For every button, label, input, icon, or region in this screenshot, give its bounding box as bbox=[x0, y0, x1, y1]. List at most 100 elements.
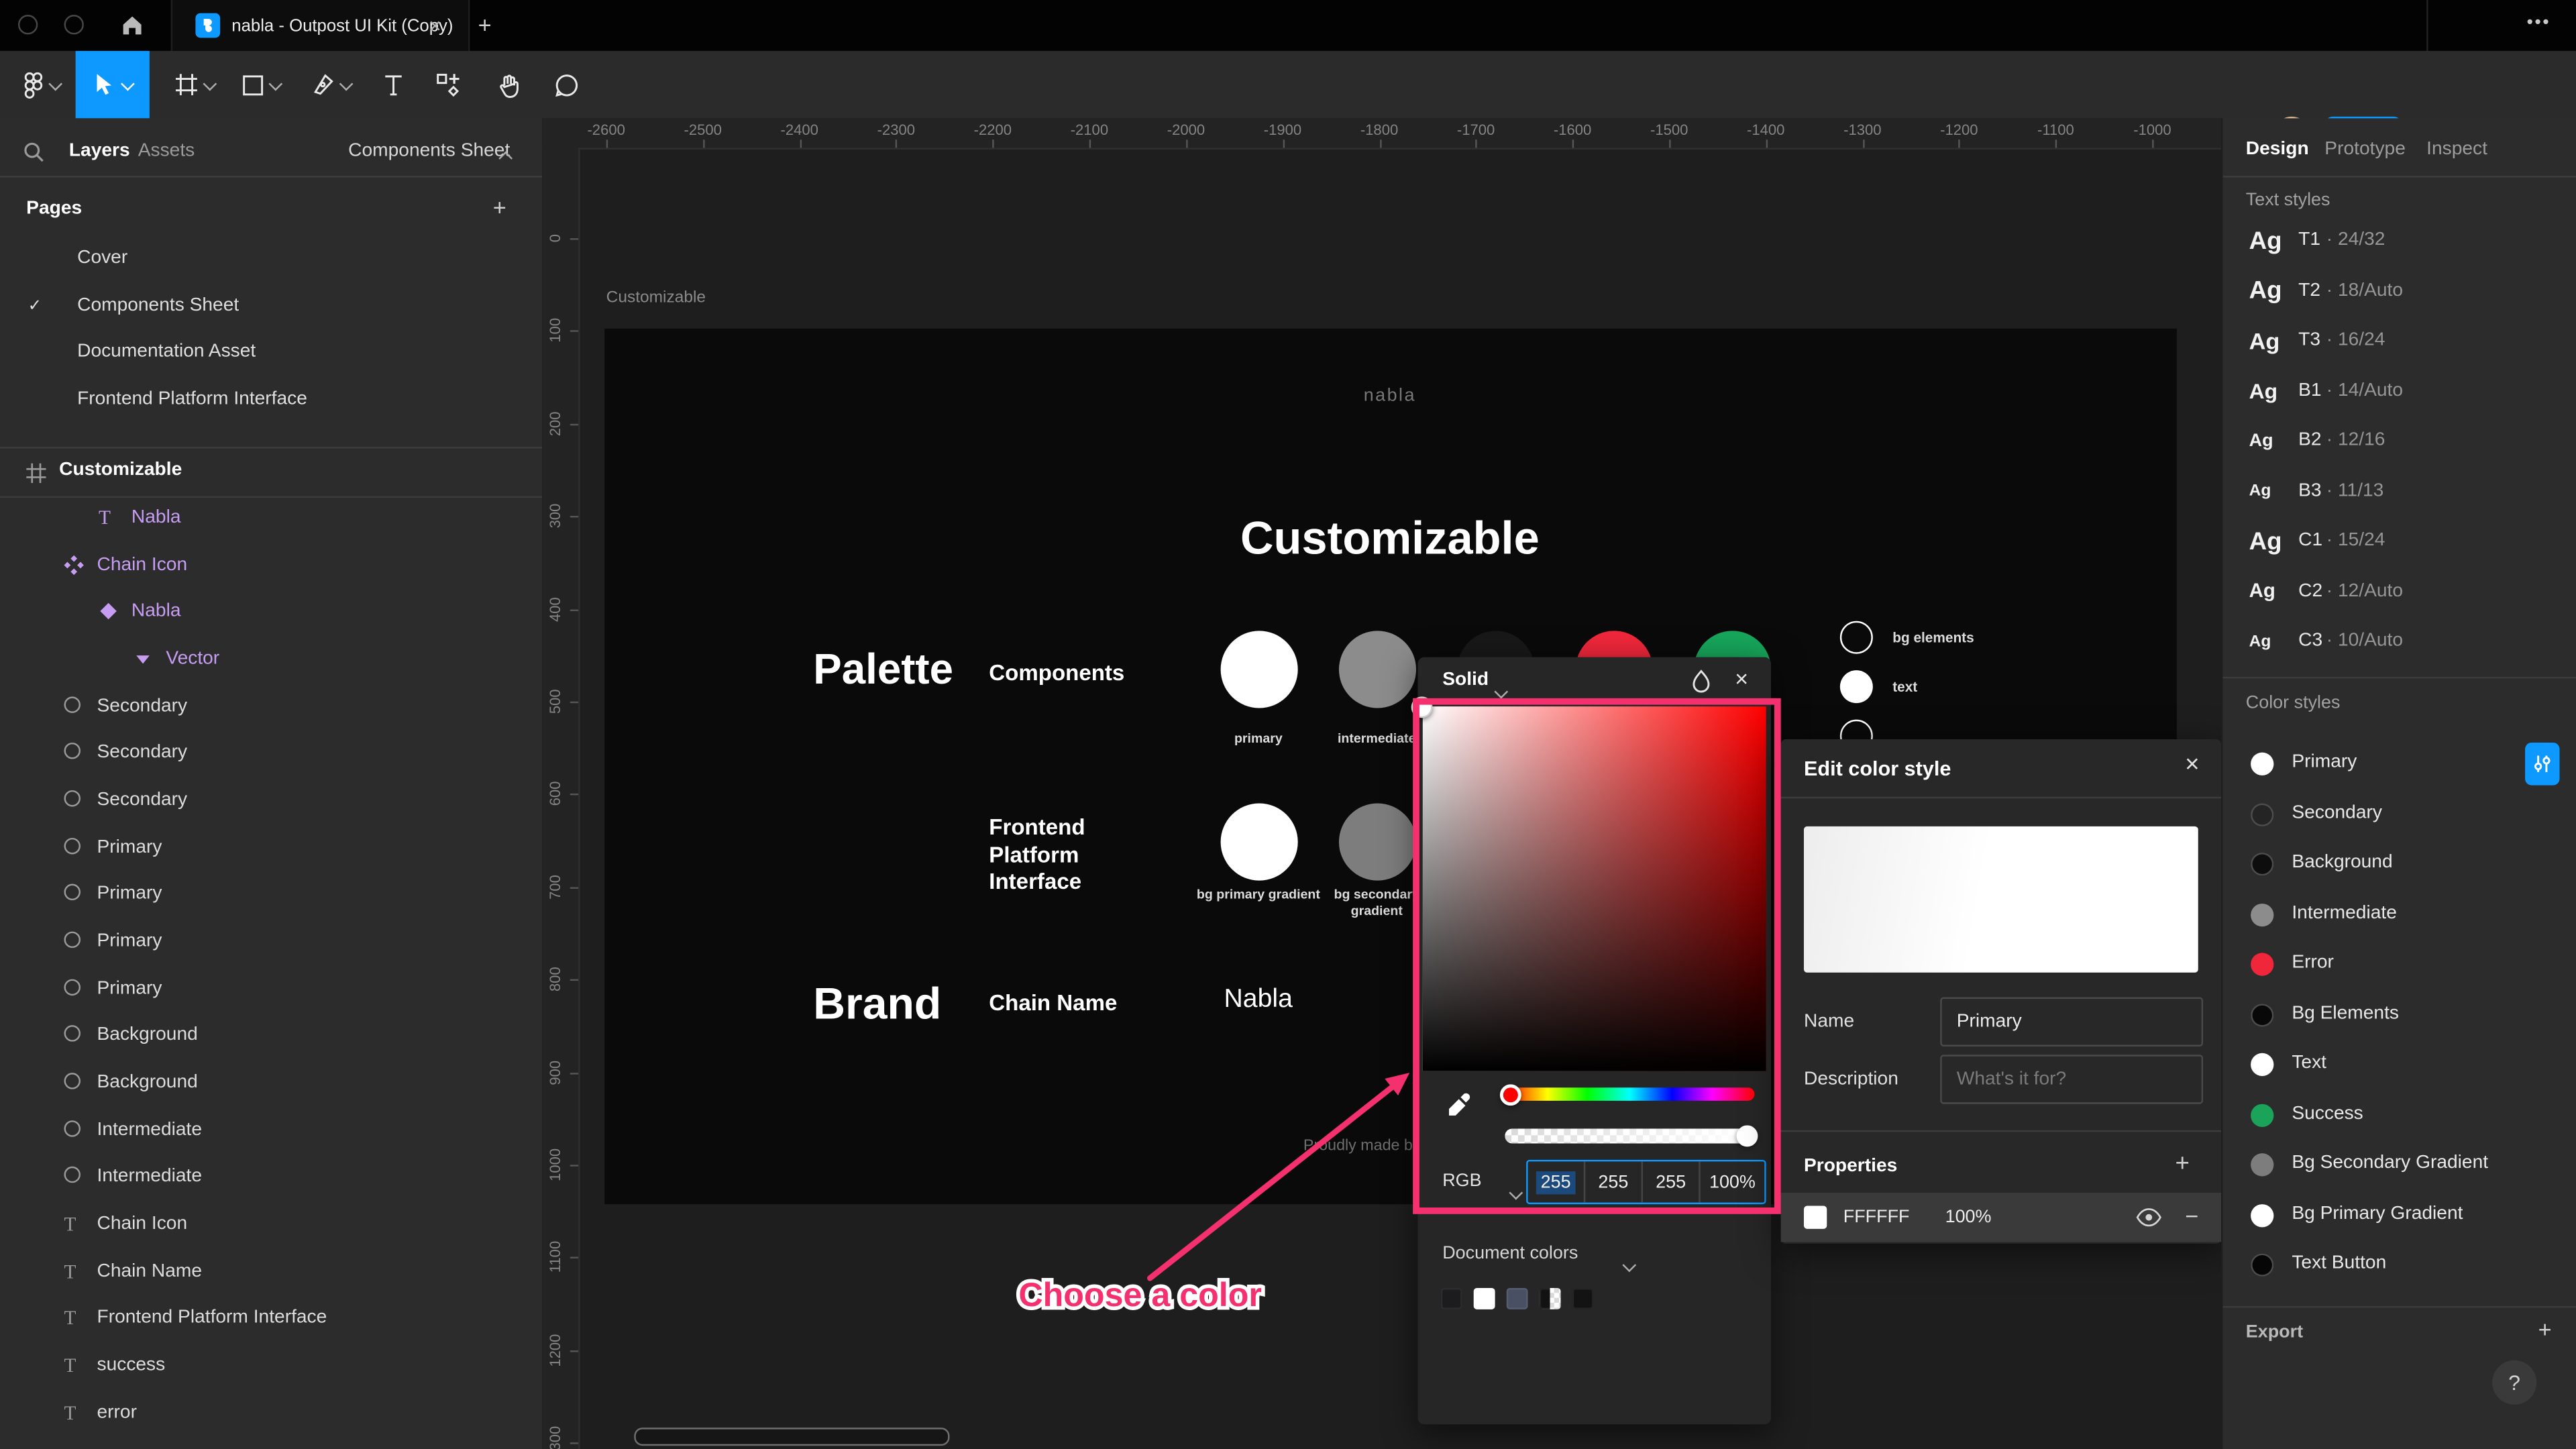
color-style-item[interactable]: Error bbox=[2222, 940, 2576, 987]
resources-tool-button[interactable] bbox=[424, 51, 473, 118]
property-opacity[interactable]: 100% bbox=[1945, 1208, 1992, 1227]
main-menu-button[interactable] bbox=[13, 51, 69, 118]
red-input[interactable]: 255 bbox=[1528, 1161, 1586, 1203]
color-style-item[interactable]: Bg Primary Gradient bbox=[2222, 1190, 2576, 1238]
layer-item[interactable]: T Nabla bbox=[0, 494, 542, 542]
layer-item[interactable]: Primary bbox=[0, 824, 542, 871]
add-export-button[interactable]: + bbox=[2538, 1316, 2552, 1342]
pen-tool-button[interactable] bbox=[301, 51, 360, 118]
layer-item[interactable]: Intermediate bbox=[0, 1154, 542, 1201]
saturation-knob[interactable] bbox=[1411, 696, 1433, 718]
move-tool-button[interactable] bbox=[75, 50, 150, 119]
blend-droplet-icon[interactable] bbox=[1689, 669, 1714, 695]
color-mode-selector[interactable]: RGB bbox=[1442, 1171, 1481, 1191]
layer-item[interactable]: T Chain Icon bbox=[0, 1201, 542, 1248]
color-style-item[interactable]: Bg Secondary Gradient bbox=[2222, 1140, 2576, 1188]
tab-prototype[interactable]: Prototype bbox=[2324, 140, 2406, 159]
text-tool-button[interactable] bbox=[371, 51, 414, 118]
text-style-item[interactable]: Ag B3 · 11/13 bbox=[2222, 468, 2576, 515]
description-input[interactable] bbox=[1940, 1055, 2204, 1104]
tab-assets[interactable]: Assets bbox=[138, 142, 195, 161]
palette-swatch[interactable] bbox=[1338, 630, 1415, 708]
property-hex[interactable]: FFFFFF bbox=[1843, 1208, 1910, 1227]
tab-close-icon[interactable]: × bbox=[429, 13, 441, 38]
layer-item[interactable]: Secondary bbox=[0, 730, 542, 777]
layer-item[interactable]: Nabla bbox=[0, 589, 542, 637]
saturation-area[interactable] bbox=[1422, 706, 1766, 1071]
browser-menu-icon[interactable]: ••• bbox=[2527, 13, 2551, 33]
frame-tool-button[interactable] bbox=[164, 51, 223, 118]
search-icon[interactable] bbox=[23, 142, 44, 163]
comment-tool-button[interactable] bbox=[542, 51, 591, 118]
layer-item[interactable]: Primary bbox=[0, 918, 542, 966]
text-style-item[interactable]: Ag T2 · 18/Auto bbox=[2222, 267, 2576, 315]
color-style-item[interactable]: Success bbox=[2222, 1090, 2576, 1138]
legend-swatch[interactable] bbox=[1839, 670, 1873, 704]
canvas[interactable]: -2600 -2500 -2400 -2300 -2200 -2100 -2000 -1900… bbox=[542, 118, 2222, 1449]
remove-property-icon[interactable]: − bbox=[2185, 1203, 2198, 1229]
text-style-item[interactable]: Ag B2 · 12/16 bbox=[2222, 417, 2576, 465]
layer-item[interactable]: Secondary bbox=[0, 683, 542, 731]
alpha-slider[interactable] bbox=[1505, 1128, 1755, 1144]
layer-item[interactable]: Background bbox=[0, 1059, 542, 1107]
document-color[interactable] bbox=[1539, 1288, 1561, 1309]
edit-style-button[interactable] bbox=[2525, 742, 2560, 786]
color-style-item[interactable]: Text Button bbox=[2222, 1240, 2576, 1288]
add-property-button[interactable]: + bbox=[2175, 1150, 2189, 1178]
color-style-item[interactable]: Secondary bbox=[2222, 790, 2576, 837]
document-colors-header[interactable]: Document colors bbox=[1442, 1244, 1578, 1263]
eye-icon[interactable] bbox=[2136, 1208, 2162, 1227]
text-style-item[interactable]: Ag C1 · 15/24 bbox=[2222, 517, 2576, 565]
tab-layers[interactable]: Layers bbox=[69, 142, 130, 161]
text-style-item[interactable]: Ag B1 · 14/Auto bbox=[2222, 367, 2576, 415]
property-row[interactable]: FFFFFF 100% − bbox=[1780, 1192, 2222, 1242]
gradient-swatch[interactable] bbox=[1338, 802, 1415, 880]
text-style-item[interactable]: Ag T1 · 24/32 bbox=[2222, 217, 2576, 264]
layer-item[interactable]: Secondary bbox=[0, 777, 542, 824]
document-color[interactable] bbox=[1473, 1288, 1495, 1309]
hand-tool-button[interactable] bbox=[484, 51, 533, 118]
new-tab-button[interactable]: + bbox=[478, 11, 492, 38]
page-item[interactable]: ✓ Components Sheet bbox=[0, 282, 542, 329]
layer-item[interactable]: Intermediate bbox=[0, 1107, 542, 1155]
alpha-knob[interactable] bbox=[1736, 1125, 1758, 1147]
page-selector[interactable]: Components Sheet bbox=[348, 142, 510, 161]
layer-item[interactable]: Primary bbox=[0, 871, 542, 919]
palette-swatch[interactable] bbox=[1220, 630, 1297, 708]
color-style-item[interactable]: Primary bbox=[2222, 739, 2576, 787]
tab-design[interactable]: Design bbox=[2246, 140, 2309, 159]
layer-item[interactable]: T Chain Name bbox=[0, 1248, 542, 1295]
window-button-icon[interactable] bbox=[64, 15, 84, 35]
layer-item[interactable]: Vector bbox=[0, 636, 542, 684]
color-style-item[interactable]: Intermediate bbox=[2222, 890, 2576, 937]
color-style-item[interactable]: Text bbox=[2222, 1040, 2576, 1087]
text-style-item[interactable]: Ag C3 · 10/Auto bbox=[2222, 618, 2576, 665]
blue-input[interactable]: 255 bbox=[1643, 1161, 1701, 1203]
layer-item[interactable]: Background bbox=[0, 1012, 542, 1060]
close-icon[interactable]: × bbox=[1735, 665, 1748, 692]
fill-mode-selector[interactable]: Solid bbox=[1442, 670, 1489, 690]
page-item[interactable]: Frontend Platform Interface bbox=[0, 376, 542, 423]
page-item[interactable]: Documentation Asset bbox=[0, 329, 542, 376]
eyedropper-icon[interactable] bbox=[1446, 1091, 1474, 1119]
text-style-item[interactable]: Ag T3 · 16/24 bbox=[2222, 317, 2576, 365]
file-tab[interactable]: nabla - Outpost UI Kit (Copy) × bbox=[170, 0, 470, 51]
name-input[interactable] bbox=[1940, 997, 2204, 1047]
layer-item[interactable]: Primary bbox=[0, 965, 542, 1013]
text-style-item[interactable]: Ag C2 · 12/Auto bbox=[2222, 568, 2576, 615]
horizontal-scrollbar[interactable] bbox=[634, 1428, 950, 1446]
document-color[interactable] bbox=[1572, 1288, 1594, 1309]
add-page-button[interactable]: + bbox=[493, 194, 506, 220]
layer-item[interactable]: T success bbox=[0, 1342, 542, 1390]
gradient-swatch[interactable] bbox=[1220, 802, 1297, 880]
color-style-item[interactable]: Background bbox=[2222, 839, 2576, 887]
layer-item[interactable]: Chain Icon bbox=[0, 541, 542, 589]
shape-tool-button[interactable] bbox=[231, 51, 290, 118]
alpha-input[interactable]: 100% bbox=[1701, 1161, 1765, 1202]
green-input[interactable]: 255 bbox=[1585, 1161, 1643, 1203]
page-item[interactable]: Cover bbox=[0, 235, 542, 282]
document-color[interactable] bbox=[1506, 1288, 1528, 1309]
layer-item[interactable]: T error bbox=[0, 1389, 542, 1437]
hue-slider[interactable] bbox=[1505, 1087, 1755, 1101]
home-icon[interactable] bbox=[120, 13, 145, 38]
